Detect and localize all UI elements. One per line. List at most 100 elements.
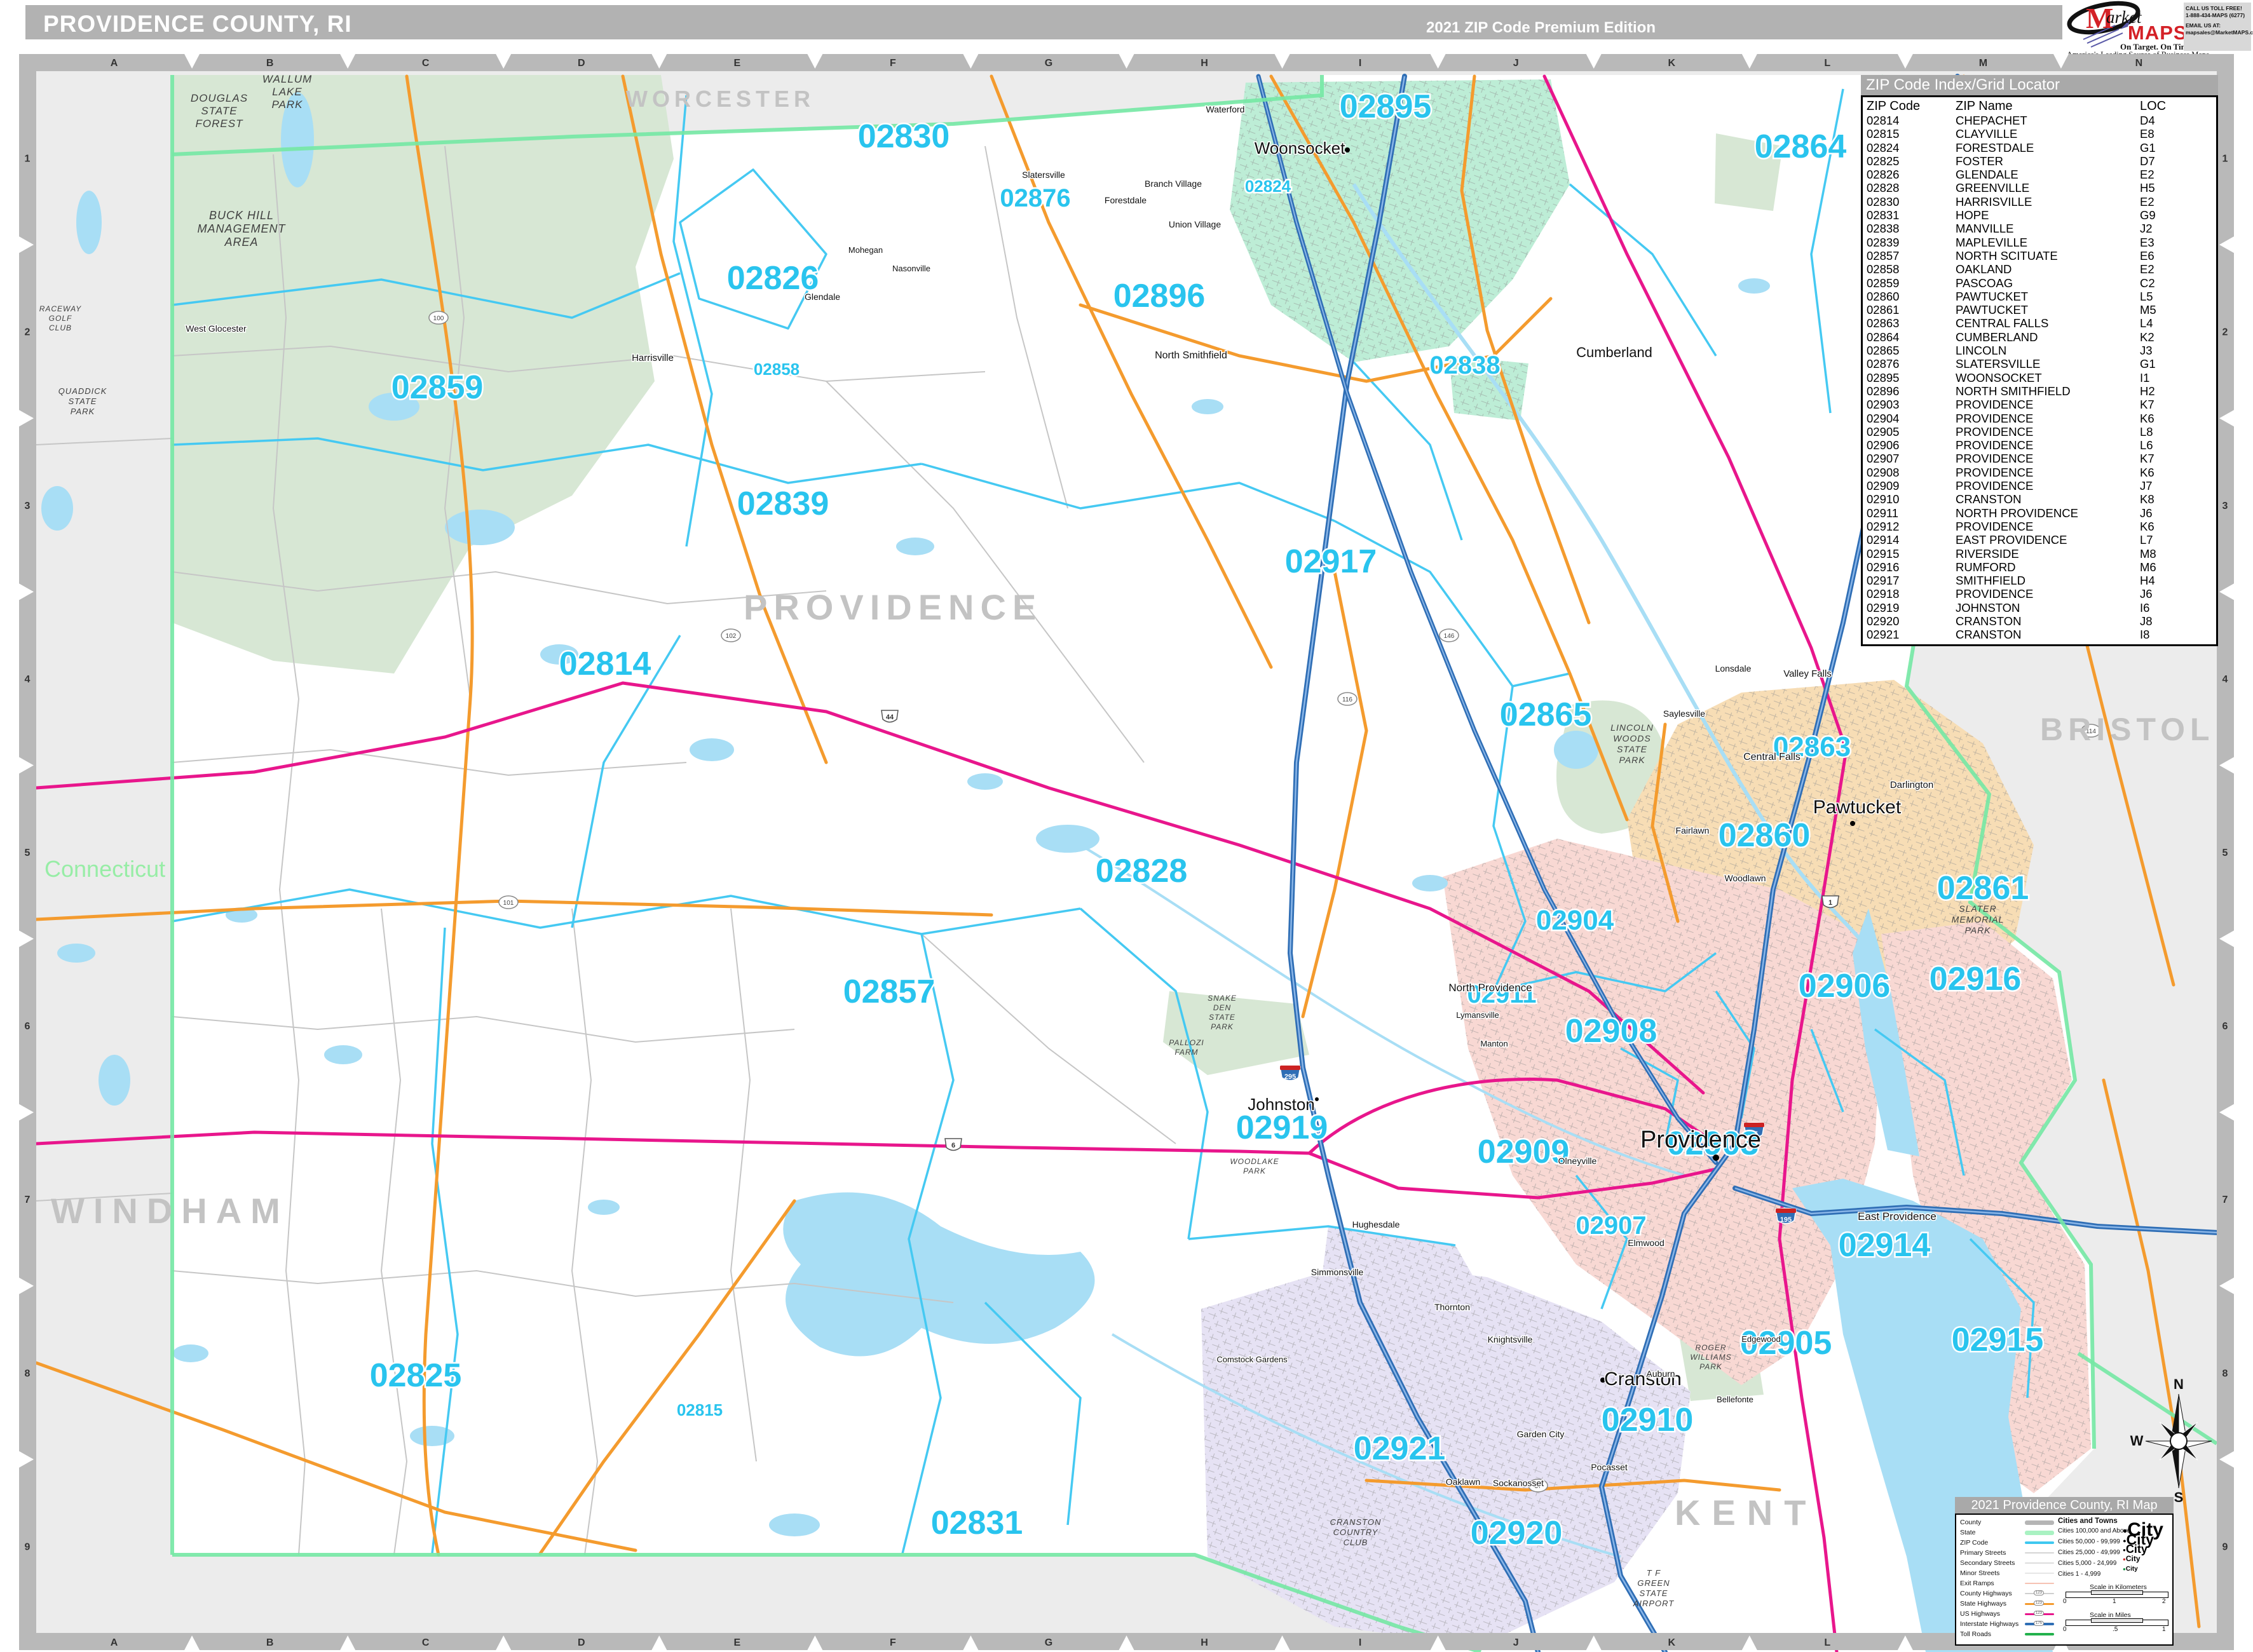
zip-loc: L4 (2140, 316, 2197, 330)
zip-index-row: 02838MANVILLEJ2 (1867, 222, 2216, 235)
city-label-knightsville: Knightsville (1488, 1334, 1533, 1344)
zip-index-row: 02920CRANSTONJ8 (1867, 614, 2216, 628)
route-shield-101: 101 (499, 896, 518, 909)
grid-row-1-right: 1 (2222, 154, 2228, 165)
zip-code: 02828 (1867, 181, 1956, 194)
zip-name: CHEPACHET (1956, 114, 2140, 127)
state-label-connecticut: Connecticut (44, 856, 165, 882)
legend-item-state: State (1960, 1529, 1976, 1536)
zip-loc: G9 (2140, 208, 2197, 222)
park-label-line: LAKE (272, 86, 302, 98)
city-label-elmwood: Elmwood (1628, 1238, 1664, 1248)
grid-col-N-top: N (2135, 58, 2143, 69)
zip-loc: J3 (2140, 344, 2197, 357)
park-label-line: BUCK HILL (209, 209, 274, 222)
zip-code: 02865 (1867, 344, 1956, 357)
zip-code: 02914 (1867, 533, 1956, 546)
zip-index-row: 02857NORTH SCITUATEE6 (1867, 249, 2216, 262)
zip-name: CRANSTON (1956, 628, 2140, 641)
zip-index-row: 02825FOSTERD7 (1867, 154, 2216, 168)
zip-index-row: 02915RIVERSIDEM8 (1867, 547, 2216, 560)
zip-code: 02860 (1867, 290, 1956, 303)
zip-code: 02876 (1867, 357, 1956, 370)
zip-loc: G1 (2140, 357, 2197, 370)
zip-name: PROVIDENCE (1956, 438, 2140, 452)
park-label-line: PARK (1211, 1022, 1234, 1031)
park-label-line: SNAKE (1208, 994, 1237, 1003)
pond-5 (324, 1045, 362, 1064)
zip-code: 02859 (1867, 276, 1956, 290)
zip-label-02904: 02904 (1536, 905, 1614, 936)
city-label-valley-falls: Valley Falls (1783, 668, 1832, 679)
zip-name: MANVILLE (1956, 222, 2140, 235)
park-label-line: CRANSTON (1330, 1517, 1382, 1527)
zip-code: 02907 (1867, 452, 1956, 465)
legend-line-sample (2025, 1583, 2054, 1584)
grid-row-3-right: 3 (2222, 501, 2228, 511)
park-label-line: STATE (1209, 1013, 1235, 1022)
city-label-comstock-gardens: Comstock Gardens (1216, 1355, 1288, 1364)
grid-col-I-bottom: I (1359, 1637, 1361, 1648)
zip-index-row: 02814CHEPACHETD4 (1867, 114, 2216, 127)
zip-code: 02857 (1867, 249, 1956, 262)
state-route-number: 146 (1444, 633, 1455, 640)
park-label-line: RACEWAY (39, 304, 82, 313)
zip-index-row: 02828GREENVILLEH5 (1867, 181, 2216, 194)
zip-name: RIVERSIDE (1956, 547, 2140, 560)
zip-label-02838: 02838 (1429, 351, 1500, 379)
city-label-mohegan: Mohegan (848, 245, 883, 255)
city-dot-icon (1850, 821, 1855, 826)
park-label-line: PARK (1699, 1362, 1722, 1371)
legend-city-class: Cities 100,000 and Above (2058, 1527, 2130, 1534)
zip-name: LINCOLN (1956, 344, 2140, 357)
map-page: PROVIDENCE COUNTY, RI 2021 ZIP Code Prem… (0, 0, 2253, 1652)
zip-label-02831: 02831 (931, 1505, 1023, 1541)
grid-col-K-bottom: K (1668, 1637, 1675, 1648)
park-label-line: PARK (71, 407, 95, 416)
city-label-glendale: Glendale (805, 292, 840, 302)
zip-label-02917: 02917 (1285, 543, 1377, 580)
zip-loc: H4 (2140, 574, 2197, 587)
city-label-north-providence: North Providence (1448, 982, 1532, 994)
zip-code: 02814 (1867, 114, 1956, 127)
zip-code: 02916 (1867, 560, 1956, 574)
park-label-line: GOLF (49, 314, 72, 323)
zip-name: GLENDALE (1956, 168, 2140, 181)
zip-code: 02905 (1867, 425, 1956, 438)
zip-index-row: 02860PAWTUCKETL5 (1867, 290, 2216, 303)
zip-index-row: 02904PROVIDENCEK6 (1867, 412, 2216, 425)
zip-loc: K7 (2140, 398, 2197, 411)
legend-city-sample: ●City (2123, 1554, 2141, 1563)
zip-index-row: 02864CUMBERLANDK2 (1867, 330, 2216, 344)
zip-label-02920: 02920 (1471, 1515, 1563, 1552)
zip-index-row: 02859PASCOAGC2 (1867, 276, 2216, 290)
zip-index-row: 02863CENTRAL FALLSL4 (1867, 316, 2216, 330)
zip-name: PAWTUCKET (1956, 303, 2140, 316)
legend-line-sample (2025, 1562, 2054, 1564)
city-label-nasonville: Nasonville (892, 264, 930, 273)
zip-code: 02838 (1867, 222, 1956, 235)
legend-route-badge-icon: 123 (2034, 1601, 2044, 1606)
park-label-line: STATE (201, 105, 237, 117)
zip-index-row: 02895WOONSOCKETI1 (1867, 371, 2216, 384)
state-route-number: 102 (726, 633, 737, 640)
us-shield-number: 6 (951, 1142, 955, 1149)
compass-s: S (2174, 1489, 2184, 1505)
zip-label-02916: 02916 (1930, 961, 2022, 998)
zip-index-row: 02831HOPEG9 (1867, 208, 2216, 222)
park-label-line: COUNTRY (1333, 1527, 1378, 1537)
state-route-number: 116 (1342, 696, 1352, 703)
region-label-windham: WINDHAM (51, 1191, 289, 1231)
zip-index-row: 02896NORTH SMITHFIELDH2 (1867, 384, 2216, 398)
city-label-lonsdale: Lonsdale (1715, 663, 1752, 674)
grid-col-L-bottom: L (1824, 1637, 1830, 1648)
zip-label-02865: 02865 (1500, 696, 1592, 733)
zip-label-02828: 02828 (1096, 853, 1188, 890)
zip-code: 02908 (1867, 466, 1956, 479)
zip-name: PROVIDENCE (1956, 479, 2140, 492)
zip-label-02908: 02908 (1565, 1013, 1657, 1050)
zip-loc: K6 (2140, 466, 2197, 479)
zip-code: 02911 (1867, 506, 1956, 520)
city-label-bellefonte: Bellefonte (1717, 1395, 1753, 1404)
zip-loc: L7 (2140, 533, 2197, 546)
